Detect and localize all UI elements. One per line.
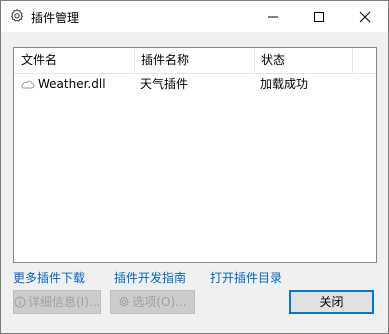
close-button-label: 关闭 bbox=[319, 295, 344, 309]
plugin-manager-window: 插件管理 文件名 插件名称 状态 Weather.dll 天气插件 加载成功 更… bbox=[0, 0, 389, 334]
window-title: 插件管理 bbox=[31, 11, 80, 25]
plugin-status: 加载成功 bbox=[260, 77, 309, 91]
list-item[interactable]: Weather.dll 天气插件 加载成功 bbox=[14, 74, 376, 94]
plugin-list[interactable]: 文件名 插件名称 状态 Weather.dll 天气插件 加载成功 bbox=[13, 47, 377, 263]
plugin-name: 天气插件 bbox=[140, 77, 189, 91]
options-button[interactable]: 选项(O)... bbox=[110, 290, 195, 314]
options-button-label: 选项(O)... bbox=[132, 295, 187, 309]
column-header-status[interactable]: 状态 bbox=[254, 48, 352, 73]
details-button[interactable]: 详细信息(I)... bbox=[13, 290, 101, 314]
close-window-button[interactable] bbox=[342, 1, 388, 32]
maximize-button[interactable] bbox=[296, 1, 342, 32]
list-header: 文件名 插件名称 状态 bbox=[14, 48, 376, 74]
more-plugins-link[interactable]: 更多插件下载 bbox=[13, 269, 85, 286]
column-header-filename[interactable]: 文件名 bbox=[14, 48, 134, 73]
details-button-label: 详细信息(I)... bbox=[28, 295, 101, 309]
plugin-dev-guide-link[interactable]: 插件开发指南 bbox=[114, 269, 186, 286]
file-name: Weather.dll bbox=[38, 77, 106, 91]
gear-icon bbox=[119, 296, 130, 307]
title-bar[interactable]: 插件管理 bbox=[1, 1, 388, 32]
close-icon bbox=[359, 11, 371, 23]
close-button[interactable]: 关闭 bbox=[289, 290, 374, 314]
minimize-icon bbox=[268, 16, 278, 18]
file-cell: Weather.dll bbox=[20, 74, 106, 94]
minimize-button[interactable] bbox=[250, 1, 296, 32]
maximize-icon bbox=[314, 12, 324, 22]
gear-icon bbox=[10, 8, 24, 22]
info-icon bbox=[14, 296, 26, 308]
open-plugin-folder-link[interactable]: 打开插件目录 bbox=[210, 269, 282, 286]
column-header-plugin-name[interactable]: 插件名称 bbox=[134, 48, 254, 73]
cloud-icon bbox=[21, 80, 35, 89]
column-divider[interactable] bbox=[352, 48, 353, 73]
